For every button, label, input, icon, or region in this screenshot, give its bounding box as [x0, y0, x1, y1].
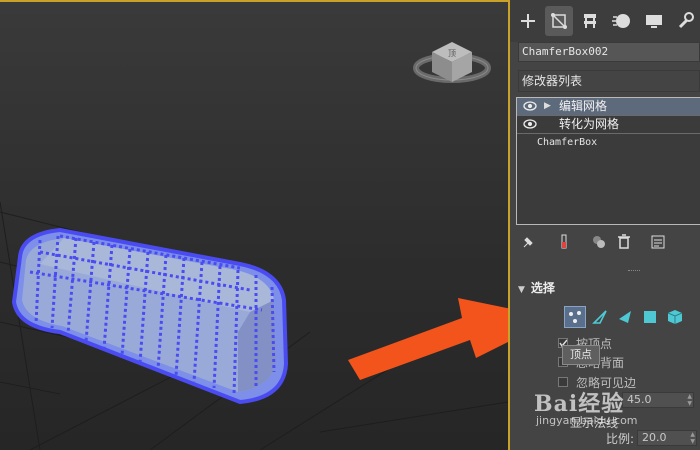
baidu-jingyan-watermark: Bai经验 jingyan.baidu.com [534, 386, 638, 427]
vertex-icon [569, 311, 581, 323]
planar-threshold-value: 45.0 [627, 393, 652, 406]
modifier-list-dropdown[interactable]: 修改器列表 [518, 70, 700, 92]
trash-icon [618, 234, 630, 249]
hierarchy-icon [584, 14, 596, 28]
wrench-icon [678, 12, 694, 29]
face-icon [619, 311, 631, 323]
command-panel-tabs [510, 0, 700, 42]
stack-item-label: ChamferBox [537, 137, 598, 148]
edge-icon [592, 310, 607, 324]
element-mode-button[interactable] [664, 306, 686, 328]
selection-rollout-header[interactable]: ▼ 选择 [518, 279, 700, 297]
configure-sets-button[interactable] [648, 232, 668, 252]
stack-item-label: 编辑网格 [559, 99, 608, 113]
display-icon [646, 15, 662, 28]
expand-triangle-icon[interactable]: ▶ [544, 98, 551, 115]
polygon-icon [644, 311, 656, 323]
make-unique-icon [593, 236, 605, 248]
motion-icon [612, 14, 630, 28]
pin-icon [523, 237, 533, 248]
object-name-field[interactable]: ChamferBox002 [518, 42, 700, 62]
tab-display[interactable] [640, 6, 668, 36]
spinner-arrows-icon[interactable]: ▲ ▼ [687, 393, 692, 407]
tab-utilities[interactable] [671, 6, 699, 36]
viewport-canvas[interactable]: 顶 [0, 2, 508, 450]
edge-mode-button[interactable] [589, 306, 611, 328]
tab-modify[interactable] [545, 6, 573, 36]
face-mode-button[interactable] [614, 306, 636, 328]
eye-icon[interactable] [523, 119, 537, 129]
scale-value: 20.0 [642, 431, 667, 444]
watermark-url: jingyan.baidu.com [536, 414, 638, 427]
panel-divider-grip[interactable] [628, 270, 640, 273]
configure-icon [651, 235, 665, 249]
show-end-result-button[interactable] [554, 232, 574, 252]
element-icon [667, 310, 683, 324]
plus-icon [521, 14, 535, 28]
make-unique-button[interactable] [589, 232, 609, 252]
stack-item-label: 转化为网格 [559, 117, 620, 131]
chamfer-box-mesh [11, 227, 289, 405]
viewcube[interactable]: 顶 [413, 42, 491, 83]
spinner-arrows-icon[interactable]: ▲ ▼ [690, 431, 695, 445]
rollout-title: 选择 [530, 281, 555, 295]
stack-item-chamferbox[interactable]: ChamferBox [517, 133, 700, 151]
tab-hierarchy[interactable] [576, 6, 604, 36]
test-tube-icon [561, 234, 567, 249]
collapse-triangle-icon: ▼ [518, 285, 525, 295]
pin-stack-button[interactable] [518, 232, 538, 252]
scale-label: 比例: [606, 432, 635, 446]
polygon-mode-button[interactable] [639, 306, 661, 328]
planar-threshold-spinner[interactable]: 45.0 ▲ ▼ [622, 392, 694, 408]
stack-item-convert-to-mesh[interactable]: 转化为网格 [517, 115, 700, 133]
vertex-mode-button[interactable] [564, 306, 586, 328]
orange-arrow-annotation [348, 298, 508, 380]
remove-modifier-button[interactable] [614, 232, 634, 252]
tab-create[interactable] [514, 6, 542, 36]
perspective-viewport[interactable]: 顶 [0, 0, 510, 450]
scale-spinner[interactable]: 20.0 ▲ ▼ [637, 430, 697, 446]
vertex-tooltip: 顶点 [562, 345, 600, 365]
command-panel: ChamferBox002 修改器列表 ▶ 编辑网格 转化为网格 Chamfer… [510, 0, 700, 450]
stack-item-edit-mesh[interactable]: ▶ 编辑网格 [517, 98, 700, 115]
modify-icon [551, 13, 567, 29]
eye-icon[interactable] [523, 101, 537, 111]
viewcube-label: 顶 [448, 49, 456, 58]
modifier-stack[interactable]: ▶ 编辑网格 转化为网格 ChamferBox [516, 97, 700, 225]
tab-motion[interactable] [608, 6, 636, 36]
stack-toolbar [510, 230, 700, 254]
